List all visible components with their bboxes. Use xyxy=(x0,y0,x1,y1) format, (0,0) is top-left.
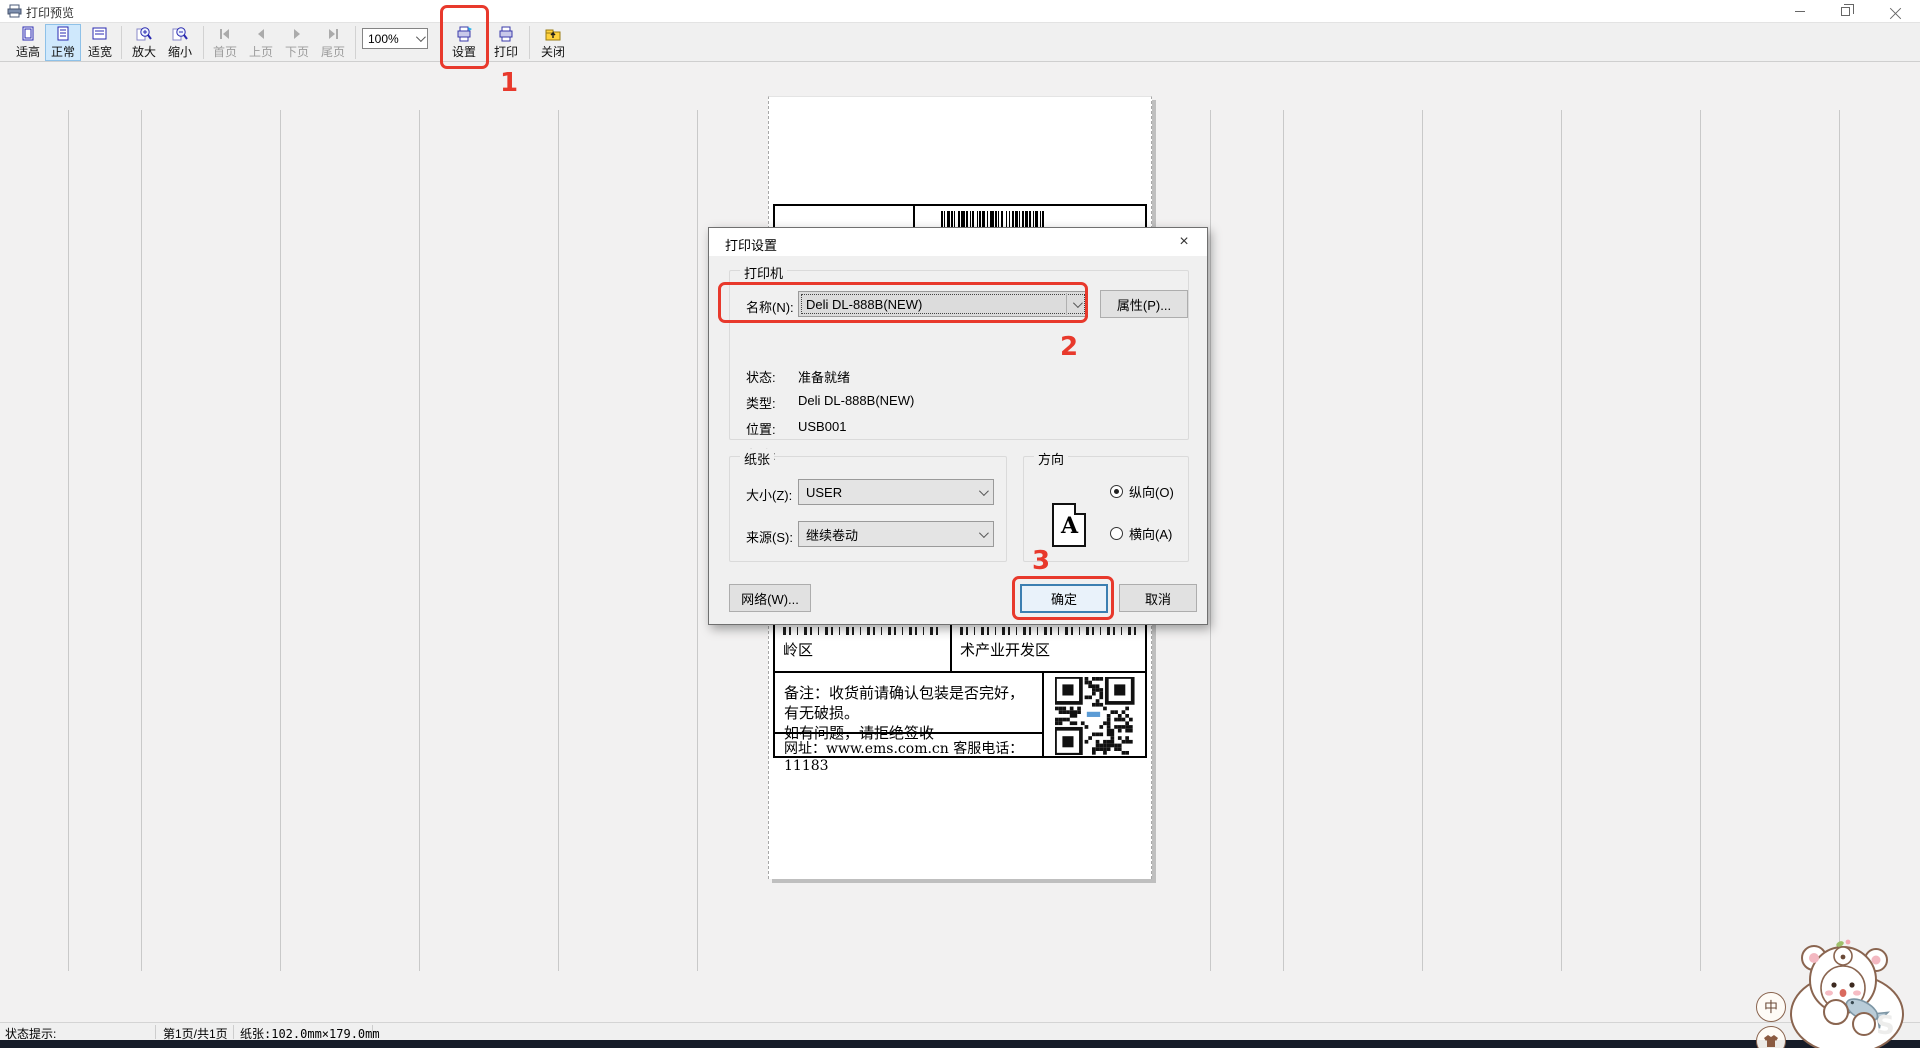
address-right-text: 术产业开发区 xyxy=(960,639,1139,660)
printer-icon xyxy=(498,26,514,42)
page-guide-lines xyxy=(0,110,768,971)
printer-properties-button[interactable]: 属性(P)... xyxy=(1100,290,1188,318)
taskbar-strip xyxy=(0,1040,1920,1048)
paper-group: 纸张 大小(Z): USER 来源(S): 继续卷动 xyxy=(729,456,1007,562)
page-guide-lines xyxy=(1152,110,1920,971)
paper-source-select[interactable]: 继续卷动 xyxy=(798,521,994,547)
toolbar-separator xyxy=(121,26,122,59)
remark-line1: 备注：收货前请确认包装是否完好，有无破损。 xyxy=(784,683,1034,723)
toolbar-separator xyxy=(203,26,204,59)
location-value: USB001 xyxy=(798,419,846,434)
website-cell: 网址：www.ems.com.cn 客服电话：11183 xyxy=(775,736,1042,758)
clipped-text-line xyxy=(783,627,942,635)
clipped-text-line xyxy=(960,627,1139,635)
fit-height-button[interactable]: 适高 xyxy=(11,24,45,61)
status-bar: 状态提示: 第1页/共1页 纸张:102.0mm×179.0mm xyxy=(0,1022,1920,1040)
type-label: 类型: xyxy=(746,393,776,412)
dialog-title-bar: 打印设置 × xyxy=(709,228,1207,256)
print-button[interactable]: 打印 xyxy=(489,24,523,61)
app-printer-icon xyxy=(7,4,22,18)
annotation-box-step3 xyxy=(1012,576,1114,620)
fit-height-icon xyxy=(20,26,36,42)
paper-source-label: 来源(S): xyxy=(746,527,793,546)
zoom-level-select[interactable]: 100% xyxy=(362,28,428,49)
toolbar-separator xyxy=(355,26,356,59)
normal-view-button[interactable]: 正常 xyxy=(45,24,81,61)
window-title: 打印预览 xyxy=(26,4,74,21)
chevron-down-icon xyxy=(978,528,988,538)
close-icon xyxy=(1890,6,1901,17)
zoom-out-button[interactable]: 缩小 xyxy=(163,24,197,61)
next-page-button[interactable]: 下页 xyxy=(281,24,313,61)
last-page-button[interactable]: 尾页 xyxy=(317,24,349,61)
status-label: 状态: xyxy=(746,367,776,386)
next-page-icon xyxy=(289,26,305,42)
print-preview-window: 打印预览 适高 正常 适宽 放大 缩小 首页 xyxy=(0,0,1920,1048)
address-row: 岭区 术产业开发区 xyxy=(775,625,1145,673)
annotation-number-3: 3 xyxy=(1032,546,1050,576)
statusbar-separator xyxy=(372,1025,373,1039)
dialog-title: 打印设置 xyxy=(725,235,777,254)
annotation-number-2: 2 xyxy=(1060,332,1078,362)
title-bar: 打印预览 xyxy=(0,0,1920,22)
portrait-page-icon: A xyxy=(1052,503,1086,547)
paper-size-label: 大小(Z): xyxy=(746,485,792,504)
first-page-button[interactable]: 首页 xyxy=(209,24,241,61)
qr-cell xyxy=(1042,673,1149,758)
close-folder-icon xyxy=(545,26,562,42)
network-button[interactable]: 网络(W)... xyxy=(729,584,811,612)
dialog-close-button[interactable]: × xyxy=(1169,228,1199,256)
address-left-text: 岭区 xyxy=(783,639,942,660)
normal-view-icon xyxy=(55,26,71,42)
status-value: 准备就绪 xyxy=(798,367,850,386)
zoom-in-icon xyxy=(136,26,152,42)
radio-selected-icon xyxy=(1110,485,1123,498)
chevron-down-icon xyxy=(978,486,988,496)
remark-cell: 备注：收货前请确认包装是否完好，有无破损。 如有问题，请拒绝签收 xyxy=(775,673,1042,734)
zoom-in-button[interactable]: 放大 xyxy=(127,24,161,61)
restore-button[interactable] xyxy=(1828,0,1862,22)
prev-page-icon xyxy=(253,26,269,42)
close-window-button[interactable] xyxy=(1878,0,1912,22)
cancel-button[interactable]: 取消 xyxy=(1119,584,1197,612)
qr-code xyxy=(1055,677,1139,755)
paper-size-select[interactable]: USER xyxy=(798,479,994,505)
label-bottom-section: 岭区 术产业开发区 备注：收货前请确认包装是否完好，有无破损。 如有问题，请拒绝… xyxy=(773,625,1147,758)
landscape-radio[interactable]: 横向(A) xyxy=(1110,524,1172,543)
close-preview-button[interactable]: 关闭 xyxy=(536,24,570,61)
toolbar-separator xyxy=(529,26,530,59)
annotation-number-1: 1 xyxy=(500,68,518,98)
radio-unselected-icon xyxy=(1110,527,1123,540)
annotation-box-step1 xyxy=(440,5,489,69)
address-cell-right: 术产业开发区 xyxy=(952,625,1147,660)
svg-text:S: S xyxy=(1876,1011,1895,1041)
address-cell-left: 岭区 xyxy=(775,625,950,660)
zoom-out-icon xyxy=(172,26,188,42)
last-page-icon xyxy=(325,26,341,42)
type-value: Deli DL-888B(NEW) xyxy=(798,393,914,408)
restore-icon xyxy=(1841,7,1850,16)
mascot-sticker: S xyxy=(1744,936,1920,1048)
toolbar: 适高 正常 适宽 放大 缩小 首页 上页 下页 xyxy=(0,22,1920,62)
location-label: 位置: xyxy=(746,419,776,438)
fit-width-icon xyxy=(92,26,108,42)
first-page-icon xyxy=(217,26,233,42)
portrait-radio[interactable]: 纵向(O) xyxy=(1110,482,1174,501)
statusbar-separator xyxy=(233,1025,234,1039)
statusbar-separator xyxy=(155,1025,156,1039)
fit-width-button[interactable]: 适宽 xyxy=(83,24,117,61)
prev-page-button[interactable]: 上页 xyxy=(245,24,277,61)
chevron-down-icon xyxy=(416,32,426,42)
minimize-icon xyxy=(1795,11,1805,12)
minimize-button[interactable] xyxy=(1783,0,1817,22)
annotation-box-step2 xyxy=(718,282,1088,323)
